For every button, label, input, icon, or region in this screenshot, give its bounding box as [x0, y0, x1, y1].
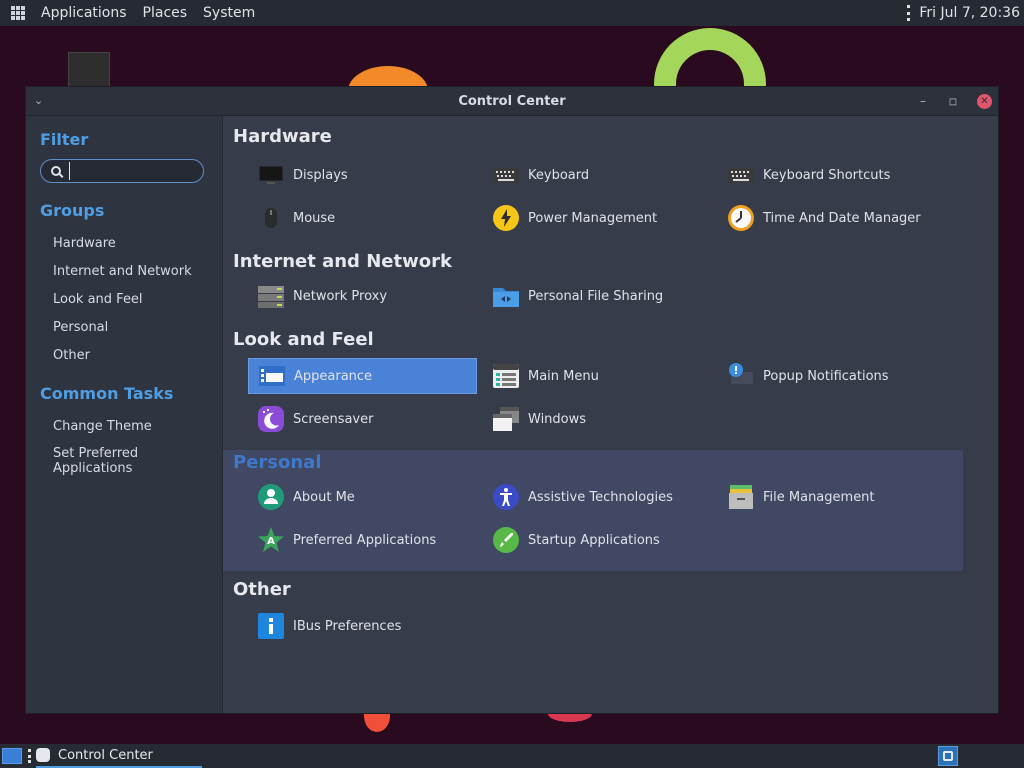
- sidebar: Filter Groups Hardware Internet and Netw…: [26, 116, 223, 713]
- notification-icon: [727, 362, 755, 390]
- windows-icon: [492, 405, 520, 433]
- search-input[interactable]: [69, 162, 194, 180]
- main-panel: Hardware Displays Keyboard Keyboard Shor…: [223, 116, 998, 713]
- launcher-mouse[interactable]: Mouse: [248, 200, 483, 236]
- group-link-other[interactable]: Other: [40, 342, 222, 370]
- launcher-about-me[interactable]: About Me: [248, 479, 483, 515]
- launcher-power-management[interactable]: Power Management: [483, 200, 718, 236]
- power-bolt-icon: [492, 204, 520, 232]
- launcher-main-menu[interactable]: Main Menu: [483, 358, 718, 394]
- rocket-icon: [492, 526, 520, 554]
- control-center-icon: [36, 748, 50, 762]
- clock-icon: [727, 204, 755, 232]
- section-title: Look and Feel: [233, 329, 374, 350]
- panel-handle-icon[interactable]: [907, 5, 911, 21]
- launcher-assistive-technologies[interactable]: Assistive Technologies: [483, 479, 718, 515]
- window-title: Control Center: [458, 93, 566, 109]
- task-set-preferred-applications[interactable]: Set Preferred Applications: [40, 441, 163, 483]
- common-tasks-heading: Common Tasks: [40, 384, 174, 403]
- menu-places[interactable]: Places: [135, 5, 196, 21]
- section-title: Internet and Network: [233, 251, 452, 272]
- section-internet-and-network: Internet and Network Network Proxy Perso…: [233, 249, 998, 327]
- display-icon: [257, 161, 285, 189]
- launcher-startup-applications[interactable]: Startup Applications: [483, 522, 718, 558]
- network-proxy-icon: [257, 282, 285, 310]
- section-personal: Personal About Me Assistive Technologies…: [223, 450, 963, 571]
- filter-heading: Filter: [40, 130, 89, 149]
- menu-system[interactable]: System: [195, 5, 263, 21]
- section-title: Hardware: [233, 126, 332, 147]
- appearance-icon: [258, 362, 286, 390]
- launcher-network-proxy[interactable]: Network Proxy: [248, 278, 483, 314]
- launcher-keyboard[interactable]: Keyboard: [483, 157, 718, 193]
- workspace-switcher-icon[interactable]: [938, 746, 958, 766]
- launcher-appearance[interactable]: Appearance: [248, 358, 477, 394]
- apps-grid-icon[interactable]: [11, 6, 25, 20]
- accessibility-icon: [492, 483, 520, 511]
- launcher-screensaver[interactable]: Screensaver: [248, 401, 483, 437]
- user-icon: [257, 483, 285, 511]
- top-panel: Applications Places System Fri Jul 7, 20…: [0, 0, 1024, 26]
- screensaver-moon-icon: [257, 405, 285, 433]
- launcher-ibus-preferences[interactable]: IBus Preferences: [248, 608, 483, 644]
- search-box[interactable]: [40, 159, 204, 183]
- launcher-displays[interactable]: Displays: [248, 157, 483, 193]
- titlebar[interactable]: ⌄ Control Center – ◽ ✕: [26, 87, 998, 116]
- group-link-personal[interactable]: Personal: [40, 314, 222, 342]
- clock[interactable]: Fri Jul 7, 20:36: [919, 5, 1020, 21]
- launcher-time-and-date[interactable]: Time And Date Manager: [718, 200, 968, 236]
- section-other: Other IBus Preferences: [233, 577, 998, 657]
- section-title: Personal: [233, 452, 322, 473]
- search-icon: [51, 166, 61, 176]
- group-link-look-and-feel[interactable]: Look and Feel: [40, 286, 222, 314]
- folder-share-icon: [492, 282, 520, 310]
- launcher-keyboard-shortcuts[interactable]: Keyboard Shortcuts: [718, 157, 968, 193]
- launcher-file-management[interactable]: File Management: [718, 479, 968, 515]
- maximize-icon[interactable]: ◽: [947, 94, 959, 108]
- task-change-theme[interactable]: Change Theme: [40, 413, 222, 441]
- file-cabinet-icon: [727, 483, 755, 511]
- group-link-hardware[interactable]: Hardware: [40, 230, 222, 258]
- minimize-icon[interactable]: –: [917, 94, 929, 108]
- launcher-popup-notifications[interactable]: Popup Notifications: [718, 358, 968, 394]
- desktop-decoration: [68, 52, 110, 88]
- menu-applications[interactable]: Applications: [33, 5, 135, 21]
- close-icon[interactable]: ✕: [977, 93, 992, 109]
- section-hardware: Hardware Displays Keyboard Keyboard Shor…: [233, 124, 998, 249]
- mouse-icon: [257, 204, 285, 232]
- info-icon: [257, 612, 285, 640]
- section-title: Other: [233, 579, 291, 600]
- launcher-personal-file-sharing[interactable]: Personal File Sharing: [483, 278, 718, 314]
- launcher-preferred-applications[interactable]: A Preferred Applications: [248, 522, 483, 558]
- show-desktop-button[interactable]: [2, 748, 22, 764]
- taskbar-item-control-center[interactable]: Control Center: [36, 744, 202, 768]
- keyboard-shortcuts-icon: [727, 161, 755, 189]
- section-look-and-feel: Look and Feel Appearance Main Menu Popup…: [233, 327, 998, 450]
- window-menu-icon[interactable]: ⌄: [34, 95, 46, 107]
- keyboard-icon: [492, 161, 520, 189]
- svg-text:A: A: [267, 536, 275, 547]
- main-menu-icon: [492, 362, 520, 390]
- star-a-icon: A: [257, 526, 285, 554]
- launcher-windows[interactable]: Windows: [483, 401, 718, 437]
- control-center-window: ⌄ Control Center – ◽ ✕ Filter Groups Har…: [25, 86, 999, 714]
- group-link-internet-and-network[interactable]: Internet and Network: [40, 258, 222, 286]
- panel-handle-icon[interactable]: [28, 749, 32, 763]
- groups-heading: Groups: [40, 201, 105, 220]
- bottom-panel: Control Center: [0, 744, 1024, 768]
